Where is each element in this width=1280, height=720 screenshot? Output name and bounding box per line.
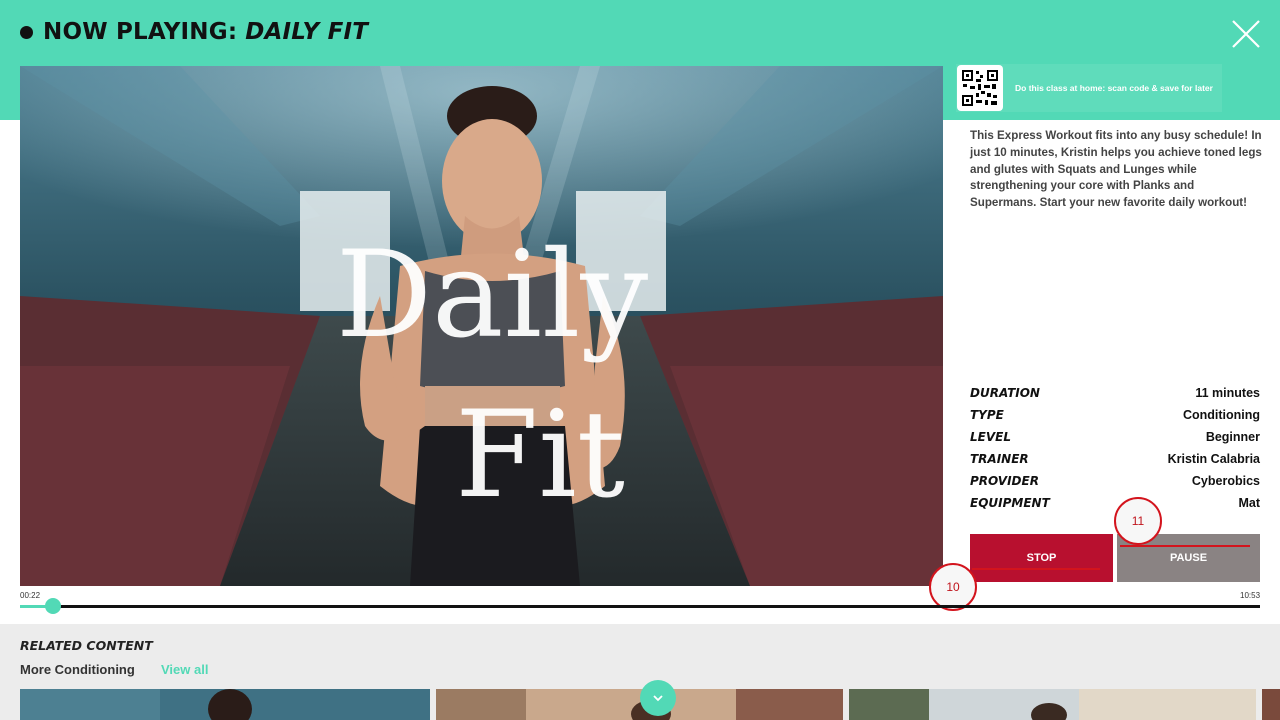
related-thumbnail[interactable]	[1262, 689, 1280, 720]
chevron-down-icon	[653, 695, 663, 702]
detail-key: TYPE	[970, 408, 1004, 422]
video-overlay-line1: Daily	[336, 226, 649, 365]
class-details: DURATION 11 minutes TYPE Conditioning LE…	[970, 382, 1260, 514]
related-subtitle: More Conditioning	[20, 662, 135, 677]
progress-handle[interactable]	[45, 598, 62, 614]
title-prefix: NOW PLAYING:	[43, 19, 238, 45]
video-frame: Daily Fit	[20, 66, 943, 586]
detail-row-trainer: TRAINER Kristin Calabria	[970, 448, 1260, 470]
scroll-down-button[interactable]	[640, 680, 676, 716]
video-overlay-line2: Fit	[455, 386, 625, 525]
class-description: This Express Workout fits into any busy …	[970, 129, 1262, 210]
detail-row-duration: DURATION 11 minutes	[970, 382, 1260, 404]
close-icon	[1232, 20, 1260, 48]
related-thumbnail[interactable]	[20, 689, 430, 720]
current-time: 00:22	[20, 591, 41, 600]
qr-code-icon	[957, 65, 1003, 111]
annotation-marker: 11	[1114, 497, 1162, 545]
detail-row-type: TYPE Conditioning	[970, 404, 1260, 426]
player-page: NOW PLAYING: DAILY FIT Daily Fit Do this…	[0, 0, 1280, 720]
annotation-underline	[972, 568, 1100, 570]
detail-value: Beginner	[1205, 430, 1260, 444]
progress-track[interactable]	[20, 605, 1260, 608]
qr-card: Do this class at home: scan code & save …	[956, 64, 1222, 112]
stop-button[interactable]: STOP	[970, 534, 1113, 582]
page-title: NOW PLAYING: DAILY FIT	[20, 18, 368, 46]
detail-key: EQUIPMENT	[970, 496, 1050, 510]
detail-key: TRAINER	[970, 452, 1029, 466]
title-class-name: DAILY FIT	[245, 19, 369, 45]
live-dot-icon	[20, 25, 33, 39]
total-time: 10:53	[1240, 591, 1261, 600]
detail-value: Kristin Calabria	[1167, 452, 1260, 466]
detail-key: LEVEL	[970, 430, 1011, 444]
detail-value: 11 minutes	[1195, 386, 1260, 400]
annotation-underline	[1120, 545, 1250, 547]
detail-row-level: LEVEL Beginner	[970, 426, 1260, 448]
qr-caption: Do this class at home: scan code & save …	[1015, 83, 1213, 93]
related-thumbnail[interactable]	[849, 689, 1256, 720]
related-section: RELATED CONTENT More Conditioning View a…	[0, 624, 1280, 720]
related-title: RELATED CONTENT	[20, 638, 153, 653]
detail-key: PROVIDER	[970, 474, 1039, 488]
detail-row-provider: PROVIDER Cyberobics	[970, 470, 1260, 492]
detail-value: Conditioning	[1182, 408, 1260, 422]
video-player[interactable]: Daily Fit	[20, 66, 943, 586]
view-all-link[interactable]: View all	[161, 662, 208, 677]
detail-value: Mat	[1238, 496, 1260, 510]
detail-value: Cyberobics	[1191, 474, 1260, 488]
detail-key: DURATION	[970, 386, 1040, 400]
annotation-marker: 10	[929, 563, 977, 611]
close-button[interactable]	[1228, 16, 1264, 52]
